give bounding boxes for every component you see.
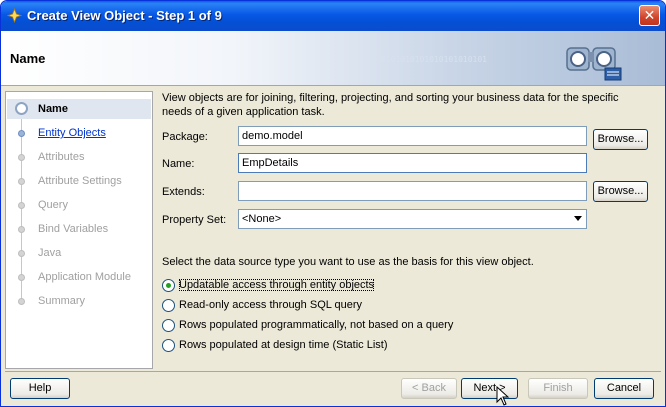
name-label: Name: (162, 158, 195, 170)
close-button[interactable]: ✕ (639, 5, 660, 26)
nav-step-attribute-settings: Attribute Settings (7, 171, 151, 191)
wizard-dialog: Create View Object - Step 1 of 9 ✕ Name … (0, 0, 666, 407)
radio-label: Read-only access through SQL query (179, 299, 363, 311)
current-step-icon (15, 102, 28, 115)
nav-step-label: Name (38, 103, 68, 115)
wizard-step-nav: Name Entity Objects Attributes Attribute… (5, 91, 153, 369)
step-content: View objects are for joining, filtering,… (157, 91, 663, 369)
step-title: Name (10, 51, 46, 66)
extends-label: Extends: (162, 186, 205, 198)
name-field[interactable]: EmpDetails (238, 153, 587, 173)
help-button[interactable]: Help (10, 378, 70, 399)
step-dot-icon (18, 130, 25, 137)
cancel-button[interactable]: Cancel (594, 378, 654, 399)
nav-step-label: Application Module (38, 271, 131, 283)
footer-divider (5, 371, 661, 372)
dropdown-arrow-icon (574, 216, 582, 221)
nav-step-label: Query (38, 199, 68, 211)
nav-step-query: Query (7, 195, 151, 215)
extends-field[interactable] (238, 181, 587, 201)
radio-static-list[interactable]: Rows populated at design time (Static Li… (162, 336, 388, 354)
binoculars-icon (566, 47, 622, 81)
finish-button[interactable]: Finish (528, 378, 588, 399)
nav-step-label: Entity Objects (38, 127, 106, 139)
nav-step-application-module: Application Module (7, 267, 151, 287)
close-icon: ✕ (643, 7, 656, 23)
window-title: Create View Object - Step 1 of 9 (27, 8, 222, 23)
nav-step-label: Java (38, 247, 62, 259)
datasource-prompt: Select the data source type you want to … (162, 256, 534, 268)
nav-step-label: Attribute Settings (38, 175, 122, 187)
package-label: Package: (162, 131, 208, 143)
step-dot-icon (18, 202, 25, 209)
step-description: View objects are for joining, filtering,… (162, 92, 619, 118)
title-bar[interactable]: Create View Object - Step 1 of 9 ✕ (1, 1, 665, 31)
package-field[interactable]: demo.model (238, 126, 587, 146)
step-dot-icon (18, 226, 25, 233)
nav-step-name[interactable]: Name (7, 99, 151, 119)
package-browse-button[interactable]: Browse... (593, 129, 648, 150)
nav-step-attributes: Attributes (7, 147, 151, 167)
step-dot-icon (18, 274, 25, 281)
radio-label: Updatable access through entity objects (179, 279, 375, 291)
property-set-label: Property Set: (162, 214, 227, 226)
step-dot-icon (18, 178, 25, 185)
step-dot-icon (18, 298, 25, 305)
property-set-select[interactable]: <None> (238, 209, 587, 229)
radio-label: Rows populated at design time (Static Li… (179, 339, 388, 351)
step-header: Name 0101010101010101010101 (1, 31, 665, 86)
radio-label: Rows populated programmatically, not bas… (179, 319, 454, 331)
nav-step-label: Attributes (38, 151, 85, 163)
step-dot-icon (18, 154, 25, 161)
nav-step-label: Bind Variables (38, 223, 109, 235)
property-set-value: <None> (242, 213, 282, 225)
radio-icon[interactable] (162, 298, 175, 312)
radio-icon[interactable] (162, 278, 175, 292)
wizard-icon (7, 8, 22, 23)
nav-step-entity-objects[interactable]: Entity Objects (7, 123, 151, 143)
radio-programmatic[interactable]: Rows populated programmatically, not bas… (162, 316, 453, 334)
binary-decoration: 0101010101010101010101 (381, 55, 487, 64)
nav-step-java: Java (7, 243, 151, 263)
step-dot-icon (18, 250, 25, 257)
radio-updatable-entity[interactable]: Updatable access through entity objects (162, 276, 375, 294)
radio-icon[interactable] (162, 318, 175, 332)
nav-step-label: Summary (38, 295, 86, 307)
mouse-cursor-icon (496, 386, 510, 406)
radio-icon[interactable] (162, 338, 175, 352)
back-button[interactable]: < Back (401, 378, 457, 399)
extends-browse-button[interactable]: Browse... (593, 181, 648, 202)
radio-readonly-sql[interactable]: Read-only access through SQL query (162, 296, 362, 314)
nav-step-bind-variables: Bind Variables (7, 219, 151, 239)
nav-step-summary: Summary (7, 291, 151, 311)
